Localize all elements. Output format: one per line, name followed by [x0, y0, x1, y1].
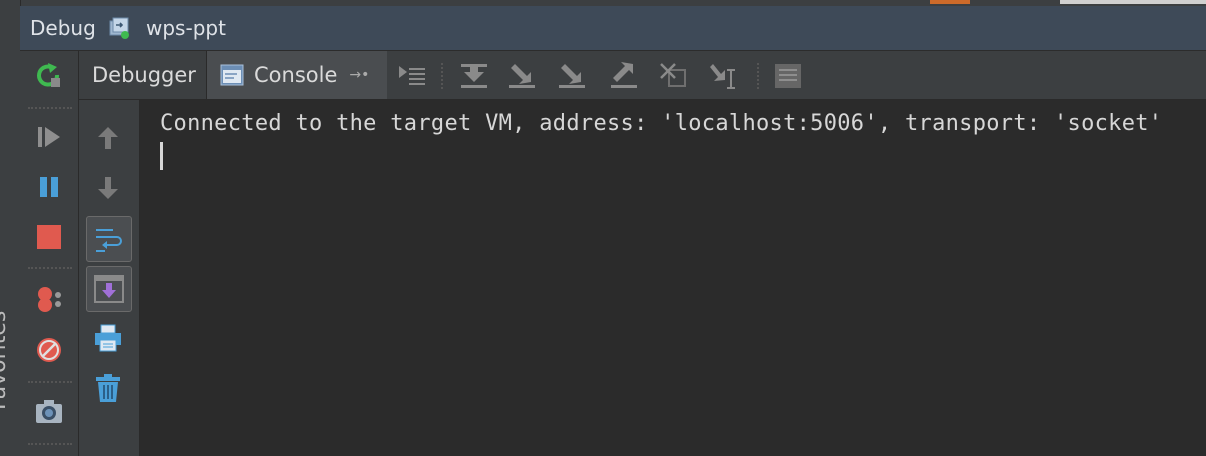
left-gutter: Favorites	[0, 0, 21, 456]
background-light-mark	[1060, 0, 1206, 4]
rerun-icon[interactable]	[34, 61, 64, 91]
toolbar-separator	[441, 63, 443, 89]
background-orange-mark	[930, 0, 970, 4]
pause-icon[interactable]	[34, 172, 64, 202]
console-line: Connected to the target VM, address: 'lo…	[160, 111, 1163, 136]
soft-wrap-icon[interactable]	[86, 216, 132, 262]
drop-frame-icon[interactable]	[659, 61, 689, 91]
toolbar-separator	[28, 107, 72, 109]
tab-console-label: Console	[254, 63, 338, 87]
print-icon[interactable]	[86, 316, 130, 360]
evaluate-expression-icon[interactable]	[773, 61, 803, 91]
resume-icon[interactable]	[34, 122, 64, 152]
show-execution-point-icon[interactable]	[397, 61, 427, 91]
debug-tab-bar: Debugger Console →•	[79, 51, 1206, 100]
toolbar-separator	[28, 443, 72, 445]
toolbar-separator	[28, 381, 72, 383]
step-into-icon[interactable]	[507, 61, 537, 91]
console-icon	[220, 63, 244, 87]
scroll-to-end-icon[interactable]	[86, 266, 132, 312]
run-to-cursor-icon[interactable]	[709, 61, 739, 91]
tab-debugger[interactable]: Debugger	[79, 51, 207, 99]
toolbar-separator	[757, 63, 759, 89]
mute-breakpoints-icon[interactable]	[34, 335, 64, 365]
debug-side-toolbar	[20, 51, 79, 456]
stop-icon[interactable]	[34, 222, 64, 252]
down-arrow-icon[interactable]	[86, 166, 130, 210]
pin-tab-icon[interactable]: →•	[349, 67, 369, 83]
text-caret	[160, 142, 163, 170]
step-over-icon[interactable]	[459, 61, 489, 91]
toolbar-separator	[28, 267, 72, 269]
view-breakpoints-icon[interactable]	[34, 285, 64, 315]
clear-all-icon[interactable]	[86, 366, 130, 410]
debug-title-bar: Debug wps-ppt	[20, 6, 1206, 51]
run-config-name[interactable]: wps-ppt	[146, 16, 226, 40]
tool-window-title: Debug	[30, 16, 96, 40]
up-arrow-icon[interactable]	[86, 116, 130, 160]
run-config-icon	[108, 17, 130, 39]
tab-console[interactable]: Console →•	[207, 51, 387, 99]
favorites-tool-tab[interactable]: Favorites	[0, 311, 11, 410]
camera-icon[interactable]	[34, 397, 64, 427]
tab-debugger-label: Debugger	[92, 63, 196, 87]
step-out-icon[interactable]	[609, 61, 639, 91]
console-side-toolbar	[79, 100, 140, 456]
force-step-into-icon[interactable]	[557, 61, 587, 91]
console-output[interactable]: Connected to the target VM, address: 'lo…	[140, 100, 1206, 456]
